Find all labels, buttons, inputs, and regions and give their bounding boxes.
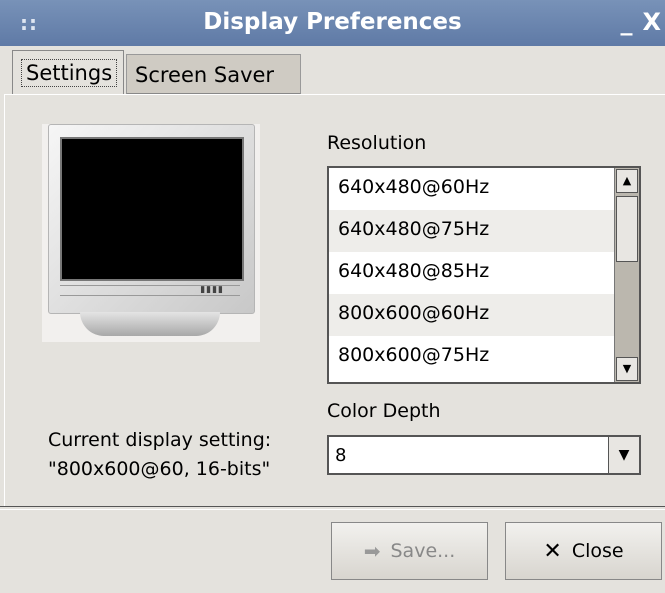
monitor-stand [80,312,220,336]
list-item[interactable]: 800x600@60Hz [329,294,639,336]
tab-screen-saver[interactable]: Screen Saver [126,54,301,94]
title-bar[interactable]: :: Display Preferences _ X [0,0,665,46]
window-title: Display Preferences [203,9,462,35]
close-button-label: Close [571,540,624,562]
monitor-icon: ▮▮▮▮ [48,124,255,314]
scroll-up-icon[interactable]: ▲ [616,169,638,193]
color-depth-value: 8 [335,445,347,466]
minimize-icon[interactable]: _ [620,8,632,36]
current-setting-line1: Current display setting: [48,429,272,451]
separator [0,506,665,510]
close-button[interactable]: ✕ Close [505,522,662,580]
arrow-right-icon: ➡ [363,539,381,563]
monitor-image: ▮▮▮▮ [42,124,260,342]
list-item[interactable]: 640x480@75Hz [329,210,639,252]
close-window-icon[interactable]: X [642,8,661,36]
x-icon: ✕ [543,538,562,564]
save-button[interactable]: ➡ Save... [331,522,488,580]
save-button-label: Save... [390,540,456,562]
resolution-scrollbar[interactable]: ▲ ▼ [614,168,639,382]
chevron-down-icon[interactable]: ▼ [608,437,639,473]
scroll-thumb[interactable] [616,196,638,262]
tab-screen-saver-label: Screen Saver [135,63,275,87]
scroll-down-icon[interactable]: ▼ [616,357,638,381]
list-item[interactable]: 640x480@60Hz [329,168,639,210]
list-item[interactable]: 800x600@75Hz [329,336,639,378]
tab-settings[interactable]: Settings [12,50,124,94]
current-setting-line2: "800x600@60, 16-bits" [48,458,271,480]
resolution-list[interactable]: 640x480@60Hz 640x480@75Hz 640x480@85Hz 8… [327,166,641,384]
color-depth-label: Color Depth [327,400,441,422]
list-item[interactable]: 640x480@85Hz [329,252,639,294]
current-setting-text: Current display setting: "800x600@60, 16… [48,426,271,484]
resolution-label: Resolution [327,132,427,154]
tab-settings-label: Settings [21,59,118,87]
color-depth-select[interactable]: 8 ▼ [327,435,641,475]
monitor-screen [60,137,244,281]
